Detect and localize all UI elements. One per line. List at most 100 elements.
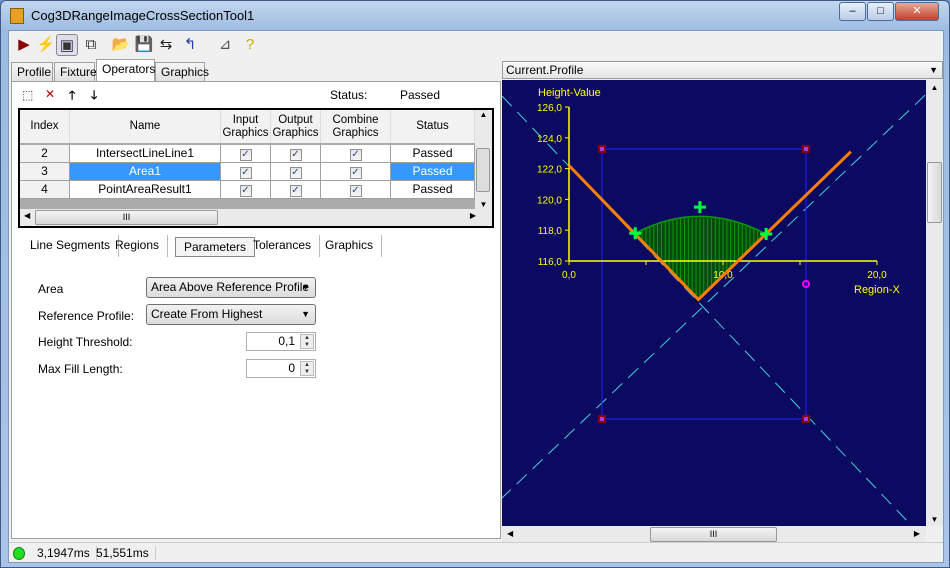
- show-graphics-icon[interactable]: ▣: [56, 34, 78, 56]
- train-icon[interactable]: ⊿: [214, 34, 236, 56]
- chevron-down-icon: ▼: [301, 309, 310, 319]
- subtab-graphics[interactable]: Graphics: [317, 235, 383, 257]
- move-down-icon[interactable]: 🡓: [91, 86, 97, 107]
- cell-index[interactable]: 2: [20, 145, 70, 163]
- window-title: Cog3DRangeImageCrossSectionTool1: [31, 8, 255, 23]
- cell-index[interactable]: 3: [20, 163, 70, 181]
- y-axis-label: Height-Value: [538, 87, 601, 99]
- move-up-icon[interactable]: 🡑: [69, 86, 75, 107]
- output-graphics-checkbox[interactable]: ✓: [289, 185, 302, 197]
- region-handle: [802, 415, 810, 423]
- floating-graphics-icon[interactable]: ⧉: [80, 34, 102, 56]
- status-indicator-icon: [13, 547, 25, 560]
- column-header[interactable]: Index: [20, 110, 70, 143]
- cell-combine[interactable]: ✓: [321, 145, 391, 163]
- cell-name[interactable]: IntersectLineLine1: [70, 145, 221, 163]
- column-header[interactable]: Input Graphics: [221, 110, 271, 143]
- column-header[interactable]: Status: [391, 110, 475, 143]
- cell-index[interactable]: 4: [20, 181, 70, 199]
- cell-status[interactable]: Passed: [391, 145, 475, 163]
- parameters-panel: Area Area Above Reference Profile ▼ Refer…: [20, 260, 495, 535]
- input-graphics-checkbox[interactable]: ✓: [239, 185, 252, 197]
- grid-hscroll-thumb[interactable]: III: [35, 210, 218, 225]
- run-icon[interactable]: ▶: [13, 34, 35, 56]
- run-time: 3,1947ms: [37, 546, 97, 560]
- cell-combine[interactable]: ✓: [321, 181, 391, 199]
- help-icon[interactable]: ?: [239, 34, 261, 56]
- display-selector[interactable]: Current.Profile ▼: [502, 61, 943, 79]
- cell-name[interactable]: PointAreaResult1: [70, 181, 221, 199]
- table-row[interactable]: 2 IntersectLineLine1 ✓ ✓ ✓ Passed: [20, 145, 475, 163]
- operators-grid: Index Name Input Graphics Output Graphics Co…: [18, 108, 494, 228]
- y-tick-label: 120,0: [537, 195, 562, 206]
- spinner-arrows-icon[interactable]: ▲ ▼: [300, 334, 314, 349]
- reference-profile-dropdown[interactable]: Create From Highest ▼: [146, 304, 316, 325]
- input-graphics-checkbox[interactable]: ✓: [239, 149, 252, 161]
- cell-status[interactable]: Passed: [391, 163, 475, 181]
- combine-graphics-checkbox[interactable]: ✓: [349, 149, 362, 161]
- subtab-parameters[interactable]: Parameters: [175, 237, 256, 257]
- minimize-button[interactable]: ‒: [839, 2, 866, 21]
- height-threshold-label: Height Threshold:: [38, 335, 133, 349]
- open-icon[interactable]: 📂: [110, 34, 132, 56]
- area-point-marker: [693, 201, 706, 214]
- cell-combine[interactable]: ✓: [321, 163, 391, 181]
- chevron-down-icon: ▼: [929, 65, 938, 75]
- y-tick-label: 126,0: [537, 103, 562, 114]
- table-row[interactable]: 4 PointAreaResult1 ✓ ✓ ✓ Passed: [20, 181, 475, 199]
- tab-fixture[interactable]: Fixture: [54, 62, 97, 82]
- tab-profile[interactable]: Profile: [11, 62, 53, 82]
- tab-graphics[interactable]: Graphics: [155, 62, 209, 82]
- display-vscroll-thumb[interactable]: [927, 162, 942, 223]
- combine-graphics-checkbox[interactable]: ✓: [349, 185, 362, 197]
- column-header[interactable]: Name: [70, 110, 221, 143]
- input-graphics-checkbox[interactable]: ✓: [239, 167, 252, 179]
- display-vscrollbar[interactable]: ▲ ▼: [926, 80, 943, 526]
- height-threshold-input[interactable]: 0,1 ▲ ▼: [246, 332, 316, 351]
- subtab-line-segments[interactable]: Line Segments: [22, 235, 120, 257]
- reset-icon[interactable]: ↰: [179, 34, 201, 56]
- table-row[interactable]: 3 Area1 ✓ ✓ ✓ Passed: [20, 163, 475, 181]
- lightning-icon[interactable]: ⚡: [35, 34, 57, 56]
- column-header[interactable]: Output Graphics: [271, 110, 321, 143]
- x-tick-label: 0,0: [562, 270, 576, 281]
- y-tick-label: 122,0: [537, 165, 562, 176]
- combine-graphics-checkbox[interactable]: ✓: [349, 167, 362, 179]
- column-header[interactable]: Combine Graphics: [321, 110, 391, 143]
- new-operator-icon[interactable]: ⬚: [22, 88, 33, 102]
- maximize-button[interactable]: □: [867, 2, 894, 21]
- save-icon[interactable]: 💾: [133, 34, 155, 56]
- region-handle: [598, 415, 606, 423]
- delete-icon[interactable]: ✕: [45, 87, 55, 101]
- subtab-regions[interactable]: Regions: [107, 235, 169, 257]
- output-graphics-checkbox[interactable]: ✓: [289, 167, 302, 179]
- cell-name[interactable]: Area1: [70, 163, 221, 181]
- grid-vscrollbar[interactable]: ▲ ▼: [475, 110, 492, 209]
- area-dropdown[interactable]: Area Above Reference Profile ▼: [146, 277, 316, 298]
- display-hscroll-thumb[interactable]: III: [650, 527, 777, 542]
- cell-output[interactable]: ✓: [271, 163, 321, 181]
- max-fill-length-input[interactable]: 0 ▲ ▼: [246, 359, 316, 378]
- grid-hscrollbar[interactable]: ◀ III ▶: [20, 209, 492, 226]
- area-label: Area: [38, 282, 64, 296]
- cell-input[interactable]: ✓: [221, 145, 271, 163]
- close-button[interactable]: ✕: [895, 2, 939, 21]
- display-hscrollbar[interactable]: ◀ III ▶: [502, 526, 926, 543]
- cell-status[interactable]: Passed: [391, 181, 475, 199]
- y-tick-label: 118,0: [538, 226, 563, 237]
- image-display[interactable]: 116,0 118,0 120,0 122,0 124,0 126,0 0,0 10,0 20,…: [502, 80, 926, 526]
- cell-output[interactable]: ✓: [271, 145, 321, 163]
- tab-operators[interactable]: Operators: [96, 59, 155, 82]
- output-graphics-checkbox[interactable]: ✓: [289, 149, 302, 161]
- spinner-arrows-icon[interactable]: ▲ ▼: [300, 361, 314, 376]
- grid-vscroll-thumb[interactable]: [476, 148, 490, 192]
- cell-input[interactable]: ✓: [221, 181, 271, 199]
- display-panel: Current.Profile ▼ 116,0 118,0 120,0 122,0 124…: [501, 60, 943, 543]
- guide-line: [502, 95, 913, 526]
- cell-input[interactable]: ✓: [221, 163, 271, 181]
- display-selector-value: Current.Profile: [506, 63, 584, 77]
- save-as-icon[interactable]: ⇆: [155, 34, 177, 56]
- cell-output[interactable]: ✓: [271, 181, 321, 199]
- x-axis-label: Region-X: [854, 284, 901, 296]
- subtab-tolerances[interactable]: Tolerances: [245, 235, 321, 257]
